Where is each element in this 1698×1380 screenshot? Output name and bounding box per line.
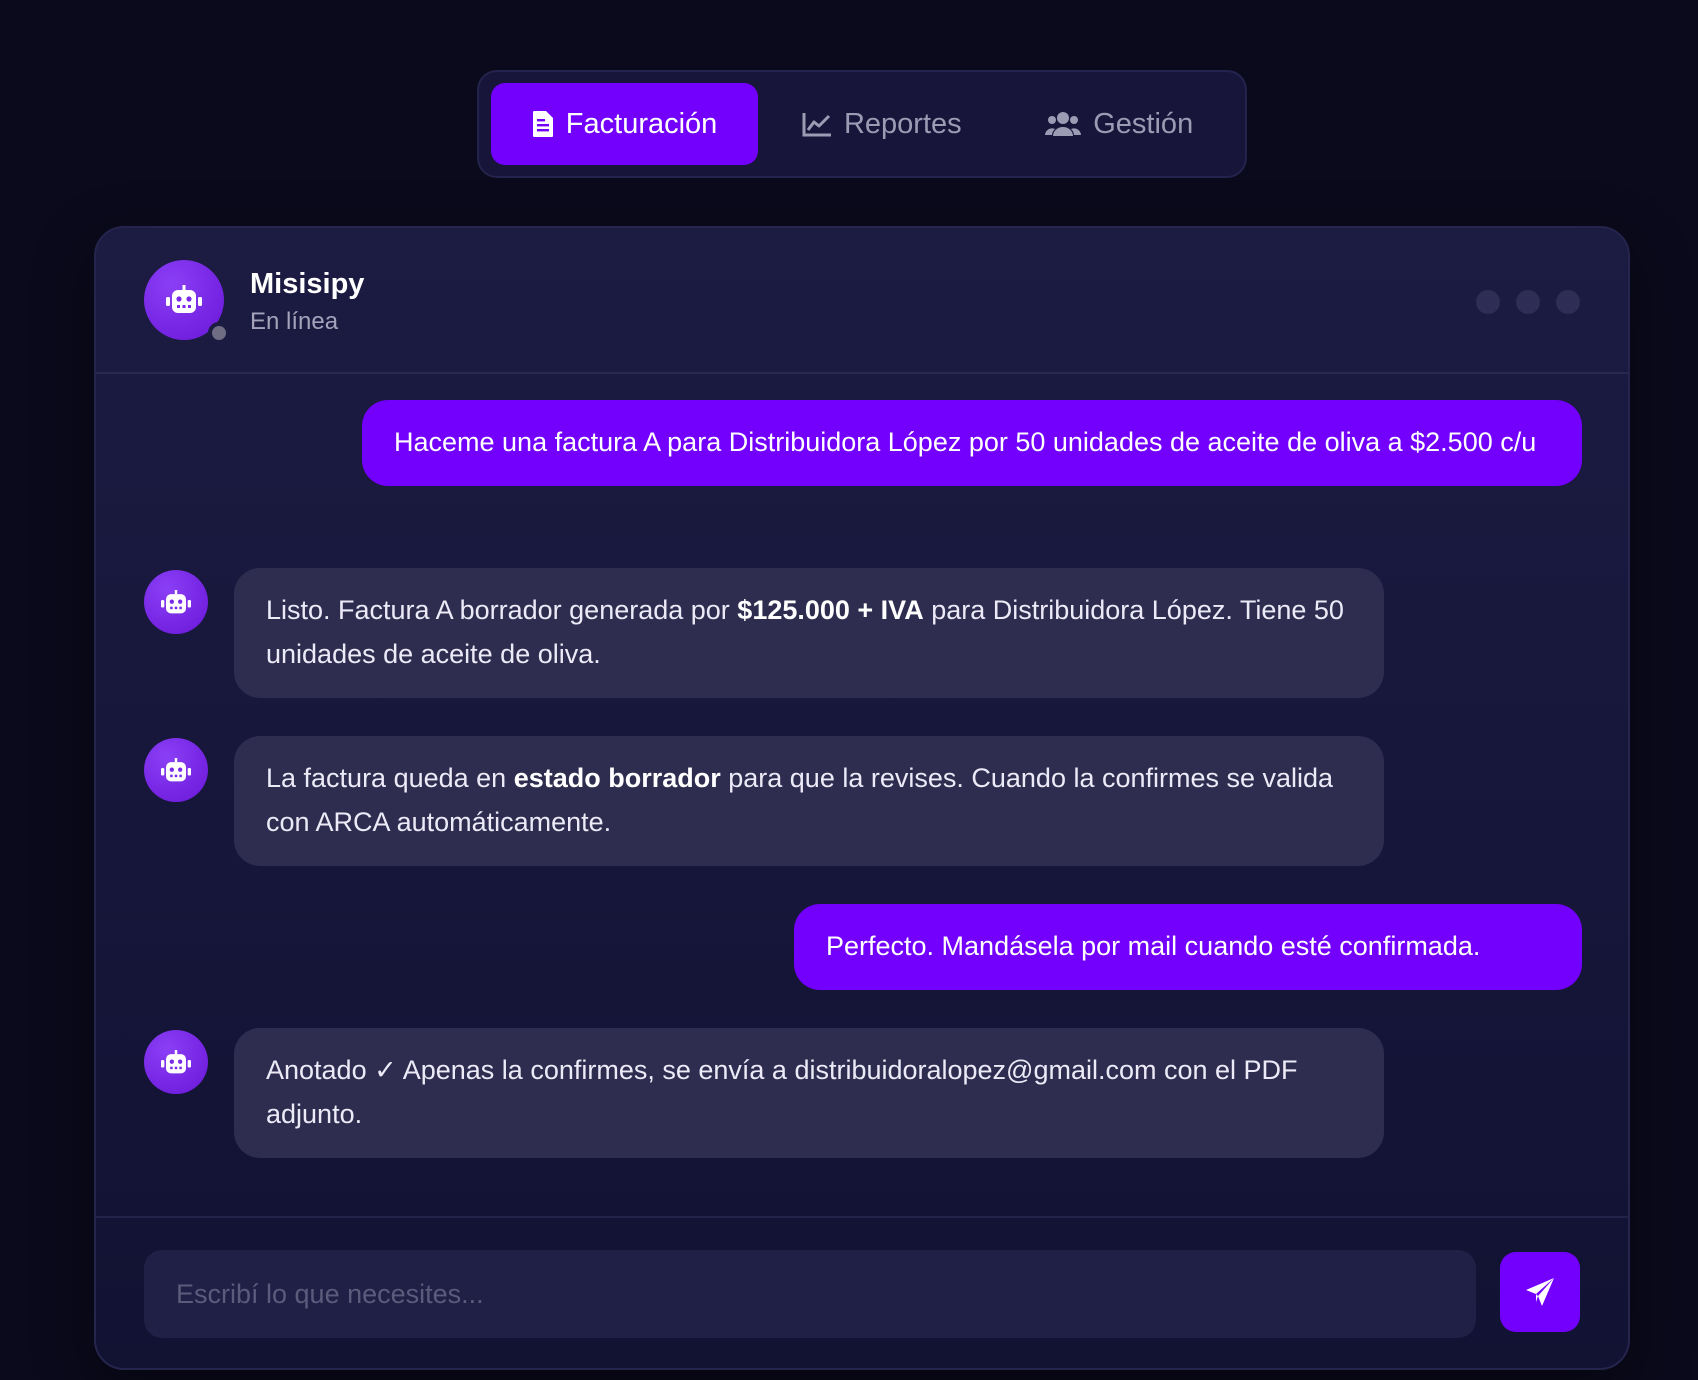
window-dots xyxy=(1476,290,1580,314)
bot-status: En línea xyxy=(250,308,339,335)
dot-icon xyxy=(1476,290,1500,314)
message-text: Haceme una factura A para Distribuidora … xyxy=(394,427,1537,457)
message-text: Listo. Factura A borrador generada por xyxy=(266,595,738,625)
message-highlight: estado borrador xyxy=(513,763,721,793)
message-highlight: $125.000 + IVA xyxy=(737,595,924,625)
tab-label: Facturación xyxy=(565,107,718,140)
status-indicator xyxy=(208,322,230,344)
bot-message: La factura queda en estado borrador para… xyxy=(234,736,1384,866)
line-chart-icon xyxy=(802,113,831,137)
bot-name: Misisipy xyxy=(250,268,365,300)
send-button[interactable] xyxy=(1500,1252,1580,1332)
bot-avatar xyxy=(144,1030,208,1094)
tab-label: Reportes xyxy=(843,107,962,140)
message-text: Perfecto. Mandásela por mail cuando esté… xyxy=(826,931,1481,961)
message-text: Anotado ✓ Apenas la confirmes, se envía … xyxy=(266,1055,1298,1129)
robot-icon xyxy=(161,589,191,613)
tab-label: Gestión xyxy=(1093,107,1194,140)
robot-icon xyxy=(166,285,202,313)
dot-icon xyxy=(1556,290,1580,314)
send-icon xyxy=(1526,1278,1554,1306)
dot-icon xyxy=(1516,290,1540,314)
invoice-icon xyxy=(532,111,553,137)
bot-avatar xyxy=(144,738,208,802)
message-text: La factura queda en xyxy=(266,763,514,793)
robot-icon xyxy=(161,757,191,781)
tab-gestion[interactable]: Gestión xyxy=(1005,83,1233,165)
robot-icon xyxy=(161,1049,191,1073)
users-icon xyxy=(1045,112,1082,136)
chat-card: Misisipy En línea Haceme una factura A p… xyxy=(94,226,1630,1370)
composer xyxy=(96,1216,1628,1368)
user-message: Haceme una factura A para Distribuidora … xyxy=(362,400,1582,486)
chat-header: Misisipy En línea xyxy=(96,228,1628,374)
bot-avatar xyxy=(144,570,208,634)
bot-message: Anotado ✓ Apenas la confirmes, se envía … xyxy=(234,1028,1384,1158)
tab-bar: Facturación Reportes Gestión xyxy=(477,70,1247,178)
message-input[interactable] xyxy=(144,1250,1476,1338)
user-message: Perfecto. Mandásela por mail cuando esté… xyxy=(794,904,1582,990)
avatar xyxy=(144,260,230,344)
bot-message: Listo. Factura A borrador generada por $… xyxy=(234,568,1384,698)
tab-reportes[interactable]: Reportes xyxy=(758,83,1005,165)
tab-facturacion[interactable]: Facturación xyxy=(491,83,759,165)
